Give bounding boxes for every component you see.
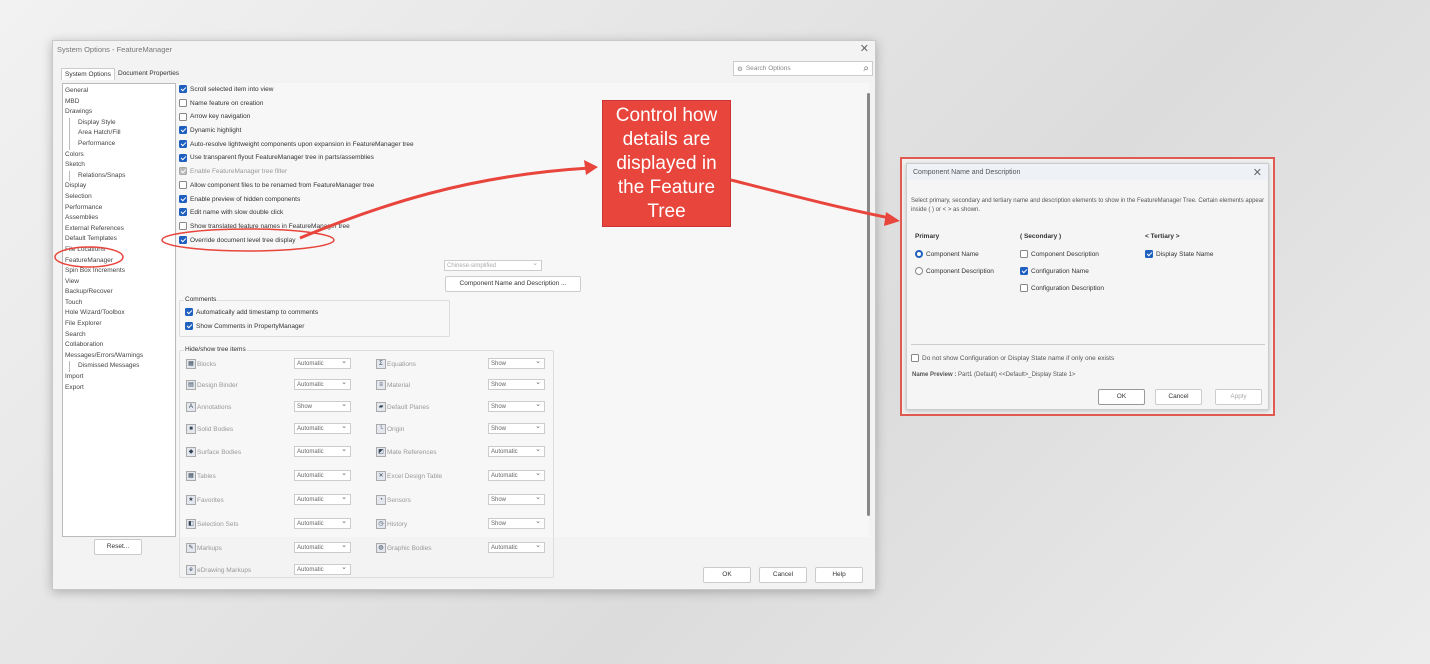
dialog-close-icon[interactable]: ✕ [1253, 166, 1262, 179]
checkbox[interactable] [1020, 250, 1028, 259]
arrow-head-icon [584, 160, 598, 175]
option-label: Display State Name [1156, 251, 1214, 258]
primary-option[interactable]: Component Name [915, 246, 994, 263]
secondary-title: ( Secondary ) [1020, 233, 1062, 240]
primary-option[interactable]: Component Description [915, 263, 994, 280]
checkbox[interactable] [911, 354, 919, 363]
divider [911, 344, 1265, 345]
hide-single-option[interactable]: Do not show Configuration or Display Sta… [911, 352, 1114, 366]
option-label: Component Description [1031, 251, 1099, 258]
callout-box: Control how details are displayed in the… [602, 100, 731, 227]
radio-button[interactable] [915, 267, 923, 276]
dialog-apply-button[interactable]: Apply [1215, 389, 1262, 405]
highlight-ellipse-featuremanager [54, 246, 124, 268]
component-name-dialog: Component Name and Description ✕ Select … [906, 163, 1269, 410]
dialog-title: Component Name and Description [913, 169, 1021, 176]
checkbox[interactable] [1145, 250, 1153, 259]
dialog-cancel-button[interactable]: Cancel [1155, 389, 1202, 405]
preview-value: Part1 (Default) <<Default>_Display State… [958, 372, 1076, 378]
checkbox[interactable] [1020, 284, 1028, 293]
secondary-option[interactable]: Configuration Description [1020, 280, 1104, 297]
radio-button[interactable] [915, 250, 923, 259]
hide-single-label: Do not show Configuration or Display Sta… [922, 355, 1115, 362]
tertiary-title: < Tertiary > [1145, 233, 1180, 240]
arrow-head-icon [884, 212, 900, 226]
secondary-option[interactable]: Configuration Name [1020, 263, 1104, 280]
option-label: Configuration Description [1031, 285, 1104, 292]
preview-label: Name Preview : [912, 372, 957, 378]
secondary-option[interactable]: Component Description [1020, 246, 1104, 263]
arrow-to-dialog [730, 178, 891, 220]
checkbox[interactable] [1020, 267, 1028, 276]
name-preview: Name Preview : Part1 (Default) <<Default… [912, 372, 1075, 378]
dialog-description: Select primary, secondary and tertiary n… [911, 198, 1265, 213]
tertiary-option[interactable]: Display State Name [1145, 246, 1213, 263]
option-label: Configuration Name [1031, 268, 1089, 275]
arrow-to-callout [299, 166, 591, 240]
dialog-ok-button[interactable]: OK [1098, 389, 1145, 405]
highlight-ellipse-override [161, 228, 335, 252]
primary-title: Primary [915, 233, 940, 240]
option-label: Component Description [926, 268, 994, 275]
option-label: Component Name [926, 251, 979, 258]
dialog-highlight-frame: Component Name and Description ✕ Select … [900, 157, 1275, 416]
